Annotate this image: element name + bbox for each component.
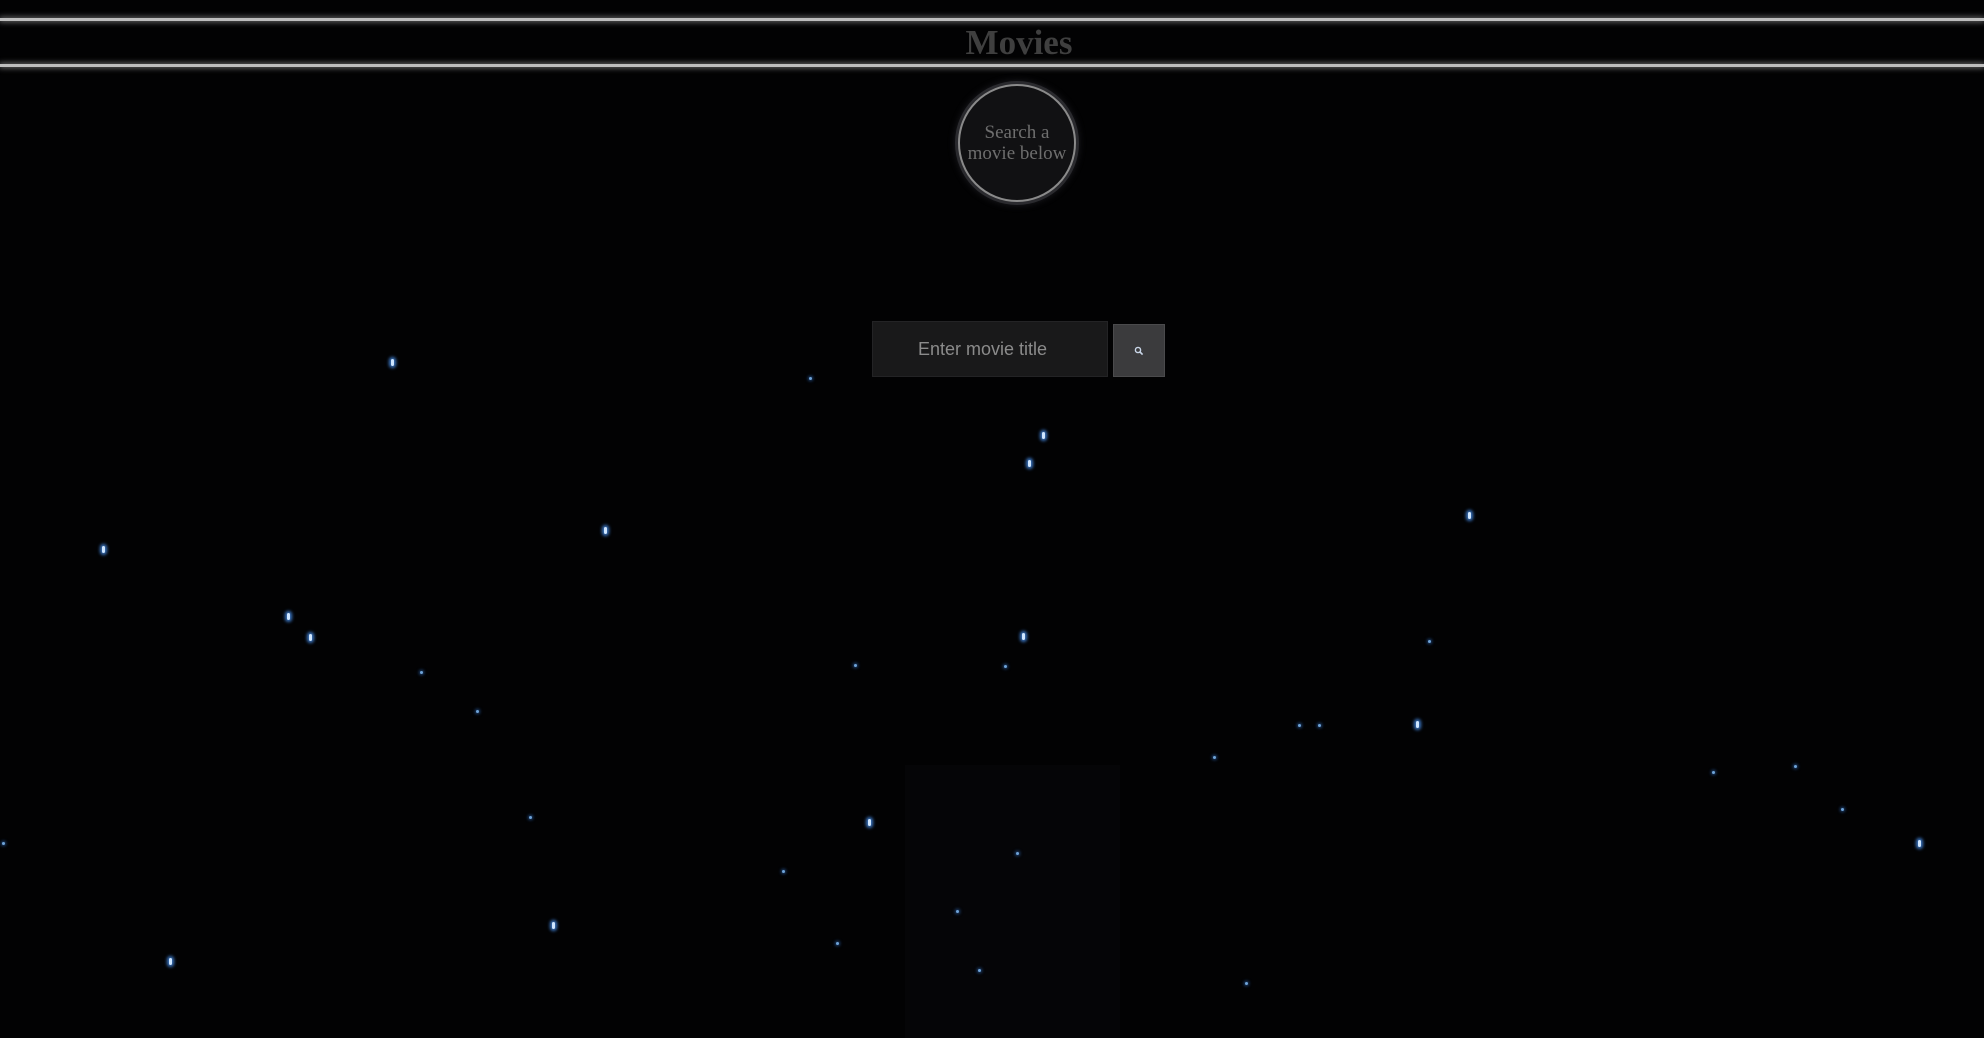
- search-hint-badge: Search a movie below: [958, 84, 1076, 202]
- star-particle: [809, 377, 812, 380]
- star-particle: [1245, 982, 1248, 985]
- star-particle: [1794, 765, 1797, 768]
- star-particle: [1298, 724, 1301, 727]
- star-particle: [1712, 771, 1715, 774]
- search-hint-text: Search a movie below: [967, 122, 1067, 164]
- star-particle: [1004, 665, 1007, 668]
- star-particle: [604, 527, 607, 534]
- star-particle: [1416, 721, 1419, 728]
- background-panel: [905, 765, 1120, 1038]
- star-particle: [868, 819, 871, 826]
- star-particle: [1468, 512, 1471, 519]
- header-bottom-divider: [0, 64, 1984, 67]
- star-particle: [391, 359, 394, 366]
- star-particle: [476, 710, 479, 713]
- star-particle: [287, 613, 290, 620]
- star-particle: [1428, 640, 1431, 643]
- star-particle: [420, 671, 423, 674]
- star-particle: [309, 634, 312, 641]
- star-particle: [2, 842, 5, 845]
- star-particle: [782, 870, 785, 873]
- star-particle: [102, 546, 105, 553]
- star-particle: [854, 664, 857, 667]
- star-particle: [1022, 633, 1025, 640]
- search-icon: [1134, 346, 1144, 356]
- star-particle: [1028, 460, 1031, 467]
- star-particle: [169, 958, 172, 965]
- star-particle: [1918, 840, 1921, 847]
- star-particle: [1318, 724, 1321, 727]
- star-particle: [1841, 808, 1844, 811]
- star-particle: [1042, 432, 1045, 439]
- star-particle: [552, 922, 555, 929]
- app-page: Movies Search a movie below: [0, 0, 1984, 1038]
- search-button[interactable]: [1113, 324, 1165, 377]
- star-particle: [1213, 756, 1216, 759]
- page-title: Movies: [965, 23, 1073, 62]
- star-particle: [836, 942, 839, 945]
- star-particle: [529, 816, 532, 819]
- movie-title-search-input[interactable]: [872, 321, 1108, 377]
